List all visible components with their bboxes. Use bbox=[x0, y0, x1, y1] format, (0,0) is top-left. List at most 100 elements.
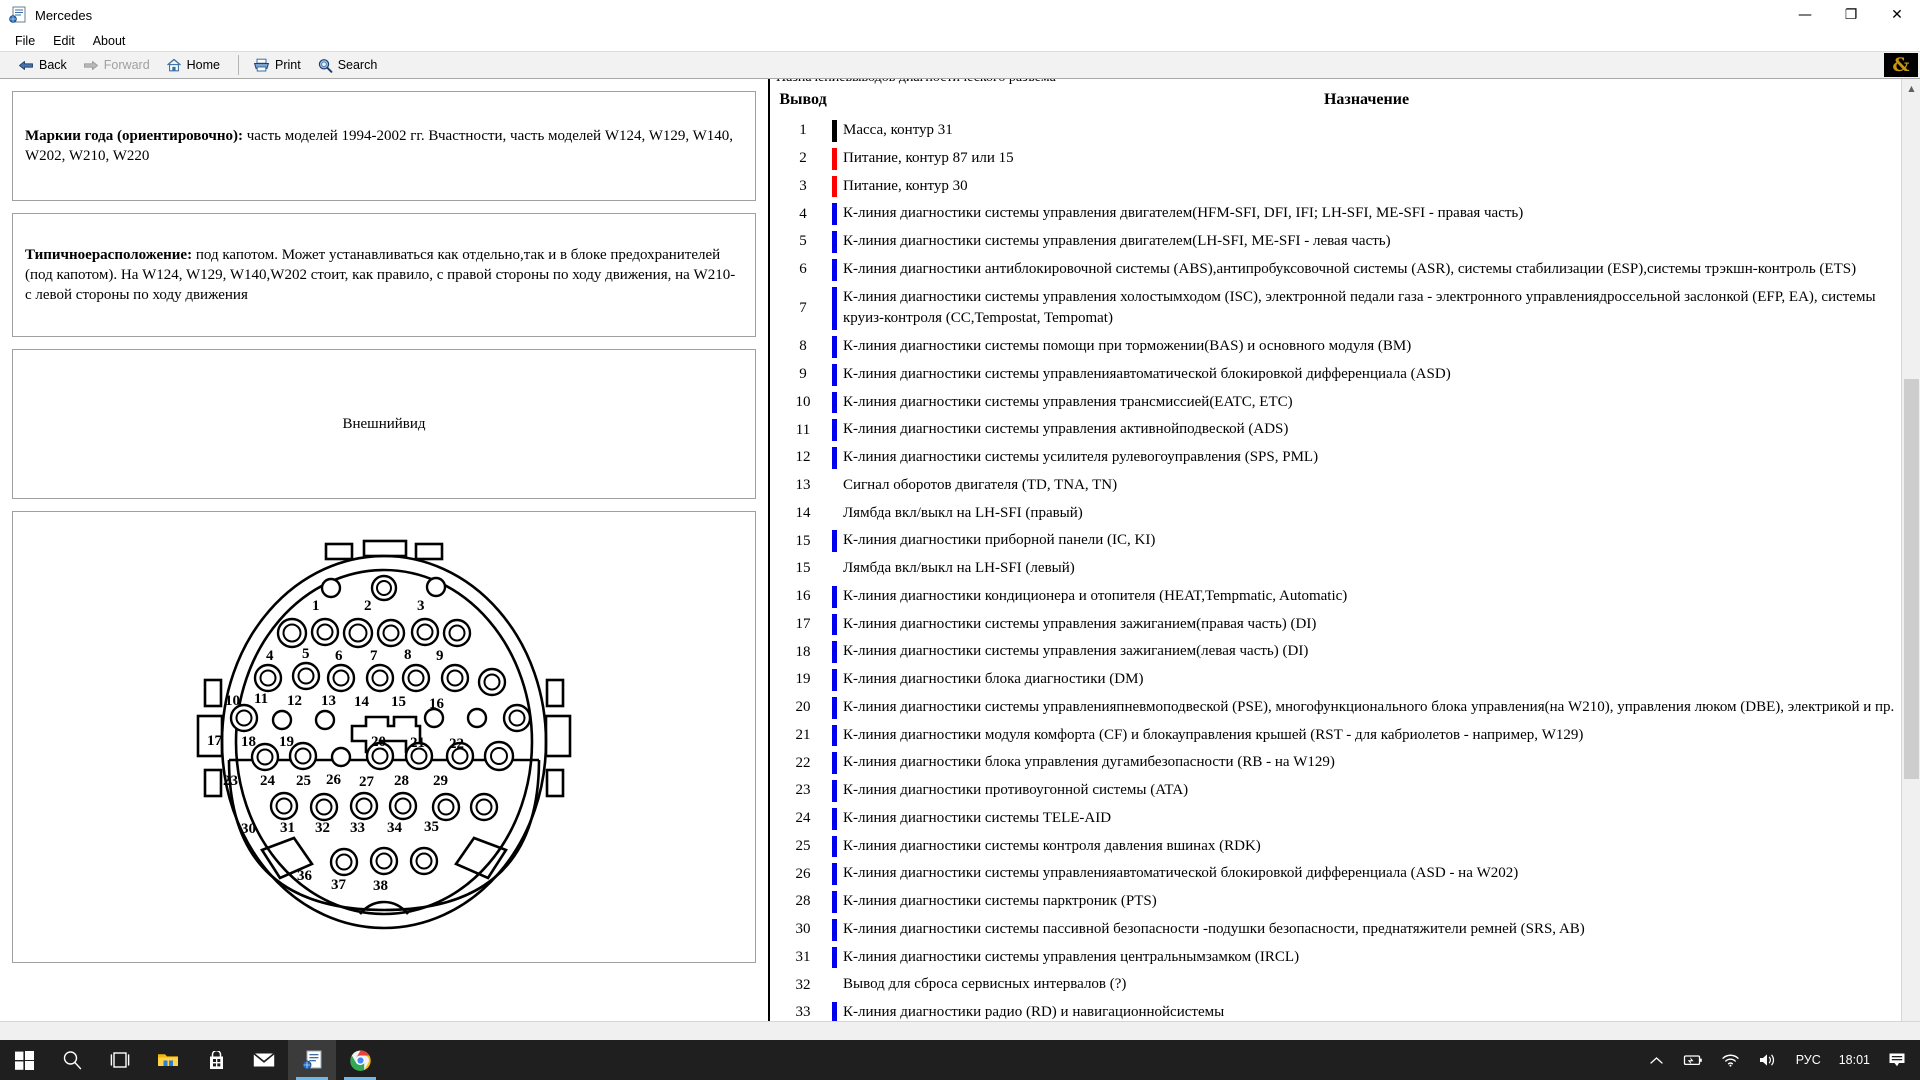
pin-purpose-cell: Лямбда вкл/выкл на LH-SFI (правый) bbox=[832, 500, 1901, 528]
print-button[interactable]: Print bbox=[247, 56, 311, 74]
pin-purpose-text: К-линия диагностики модуля комфорта (CF)… bbox=[843, 726, 1584, 743]
pin-number-cell: 32 bbox=[795, 976, 811, 993]
wire-color-indicator bbox=[832, 807, 837, 830]
svg-text:23: 23 bbox=[223, 773, 238, 789]
wire-color-indicator bbox=[832, 391, 837, 414]
window-title: Mercedes bbox=[35, 7, 93, 23]
printer-icon bbox=[253, 58, 270, 72]
pin-purpose-text: К-линия диагностики приборной панели (IC… bbox=[843, 532, 1156, 549]
pin-number-cell: 3 bbox=[799, 177, 807, 194]
svg-text:5: 5 bbox=[302, 646, 310, 662]
pin-number-cell: 7 bbox=[799, 299, 807, 316]
pin-purpose-cell: К-линия диагностики системы управления з… bbox=[832, 611, 1901, 639]
wire-color-indicator bbox=[832, 147, 837, 170]
pin-purpose-text: Питание, контур 30 bbox=[843, 177, 968, 194]
table-row: 26 К-линия диагностики системы управления… bbox=[774, 860, 1901, 888]
pin-number-cell: 4 bbox=[799, 205, 807, 222]
svg-text:9: 9 bbox=[436, 648, 444, 664]
pin-number-cell: 19 bbox=[795, 671, 811, 688]
show-hidden-icons-button[interactable] bbox=[1642, 1040, 1671, 1080]
vertical-scrollbar[interactable]: ▲ ▼ bbox=[1901, 79, 1920, 1040]
pin-purpose-cell: К-линия диагностики системы управленияпн… bbox=[832, 694, 1901, 722]
svg-text:13: 13 bbox=[321, 693, 336, 709]
wire-color-indicator bbox=[832, 363, 837, 386]
maximize-button[interactable]: ❐ bbox=[1828, 0, 1874, 30]
battery-status-button[interactable] bbox=[1673, 1040, 1711, 1080]
pin-purpose-cell: Лямбда вкл/выкл на LH-SFI (левый) bbox=[832, 555, 1901, 583]
pinout-header-row: Вывод Назначение bbox=[774, 85, 1901, 117]
pin-number-cell: 9 bbox=[799, 366, 807, 383]
clock[interactable]: 18:01 bbox=[1831, 1040, 1878, 1080]
forward-button[interactable]: Forward bbox=[77, 56, 160, 74]
wire-color-indicator bbox=[832, 336, 837, 358]
pin-purpose-cell: К-линия диагностики антиблокировочной си… bbox=[832, 256, 1901, 284]
table-row: 8 К-линия диагностики системы помощи при … bbox=[774, 333, 1901, 361]
table-row: 4 К-линия диагностики системы управления … bbox=[774, 200, 1901, 228]
scroll-up-arrow[interactable]: ▲ bbox=[1902, 79, 1920, 98]
menu-about[interactable]: About bbox=[84, 32, 135, 50]
wire-color-indicator bbox=[832, 669, 837, 691]
close-button[interactable]: ✕ bbox=[1874, 0, 1920, 30]
start-button[interactable] bbox=[0, 1040, 48, 1080]
pin-number-cell: 11 bbox=[795, 421, 811, 438]
pin-purpose-text: К-линия диагностики системы пассивной бе… bbox=[843, 920, 1585, 937]
pin-number-cell: 12 bbox=[795, 449, 811, 466]
task-view-button[interactable] bbox=[96, 1040, 144, 1080]
menu-edit[interactable]: Edit bbox=[44, 32, 84, 50]
left-panel: Маркии года (ориентировочно): часть моде… bbox=[0, 79, 770, 1040]
model-years-box: Маркии года (ориентировочно): часть моде… bbox=[12, 91, 756, 201]
pin-number-cell: 31 bbox=[795, 948, 811, 965]
home-button[interactable]: Home bbox=[160, 56, 230, 74]
pin-number-cell: 6 bbox=[799, 261, 807, 278]
pin-number-cell: 21 bbox=[795, 726, 811, 743]
pin-purpose-text: К-линия диагностики системы управления а… bbox=[843, 421, 1289, 438]
menu-file[interactable]: File bbox=[6, 32, 44, 50]
pin-purpose-text: К-линия диагностики системы контроля дав… bbox=[843, 837, 1261, 854]
wifi-icon bbox=[1721, 1053, 1740, 1067]
mercedes-logo-badge: & bbox=[1884, 53, 1918, 77]
pin-purpose-cell: Питание, контур 30 bbox=[832, 173, 1901, 201]
network-status-button[interactable] bbox=[1713, 1040, 1748, 1080]
connector-image-box: 1 2 3 4 5 6 7 8 9 10 11 12 13 14 15 16 1… bbox=[12, 511, 756, 963]
action-center-button[interactable] bbox=[1880, 1040, 1914, 1080]
file-explorer-button[interactable] bbox=[144, 1040, 192, 1080]
pin-purpose-text: К-линия диагностики системы управления х… bbox=[843, 288, 1876, 327]
back-button[interactable]: Back bbox=[12, 56, 77, 74]
pin-purpose-cell: К-линия диагностики блока управления дуг… bbox=[832, 749, 1901, 777]
pin-purpose-cell: К-линия диагностики системы усилителя ру… bbox=[832, 444, 1901, 472]
pin-number-cell: 16 bbox=[795, 588, 811, 605]
external-view-label: Внешнийвид bbox=[342, 415, 426, 432]
pin-purpose-cell: К-линия диагностики системы TELE-AID bbox=[832, 805, 1901, 833]
pin-purpose-cell: К-линия диагностики системы управленияав… bbox=[832, 361, 1901, 389]
svg-text:32: 32 bbox=[315, 820, 330, 836]
wire-color-indicator bbox=[832, 286, 837, 330]
vertical-scroll-thumb[interactable] bbox=[1904, 379, 1919, 779]
envelope-icon bbox=[253, 1052, 275, 1068]
pin-purpose-text: Вывод для сброса сервисных интервалов (?… bbox=[843, 976, 1127, 993]
mail-button[interactable] bbox=[240, 1040, 288, 1080]
mercedes-app-button[interactable] bbox=[288, 1040, 336, 1080]
svg-text:37: 37 bbox=[331, 877, 347, 893]
search-taskbar-button[interactable] bbox=[48, 1040, 96, 1080]
table-row: 11 К-линия диагностики системы управления… bbox=[774, 416, 1901, 444]
pin-purpose-text: К-линия диагностики системы управления т… bbox=[843, 393, 1293, 410]
pinout-body: 1 Масса, контур 31 2 Питание, контур 87 или… bbox=[774, 117, 1901, 1027]
language-indicator[interactable]: РУС bbox=[1788, 1040, 1829, 1080]
pinout-scroll-region: Назначениевыводов диагностического разъе… bbox=[770, 79, 1901, 1040]
microsoft-store-button[interactable] bbox=[192, 1040, 240, 1080]
volume-button[interactable] bbox=[1750, 1040, 1786, 1080]
pin-number-cell: 18 bbox=[795, 643, 811, 660]
horizontal-scrollbar[interactable] bbox=[0, 1021, 1920, 1040]
pin-purpose-text: К-линия диагностики противоугонной систе… bbox=[843, 782, 1189, 798]
search-button[interactable]: Search bbox=[311, 56, 388, 75]
right-panel: Назначениевыводов диагностического разъе… bbox=[770, 79, 1920, 1040]
google-chrome-button[interactable] bbox=[336, 1040, 384, 1080]
pin-number-cell: 30 bbox=[795, 921, 811, 938]
pin-purpose-text: К-линия диагностики системы управления ц… bbox=[843, 948, 1300, 965]
wire-color-indicator bbox=[832, 891, 837, 913]
minimize-button[interactable]: — bbox=[1782, 0, 1828, 30]
pin-purpose-cell: К-линия диагностики системы управления х… bbox=[832, 284, 1901, 334]
svg-text:17: 17 bbox=[207, 733, 223, 749]
table-row: 32 Вывод для сброса сервисных интервалов … bbox=[774, 971, 1901, 999]
wire-color-indicator bbox=[832, 724, 837, 747]
